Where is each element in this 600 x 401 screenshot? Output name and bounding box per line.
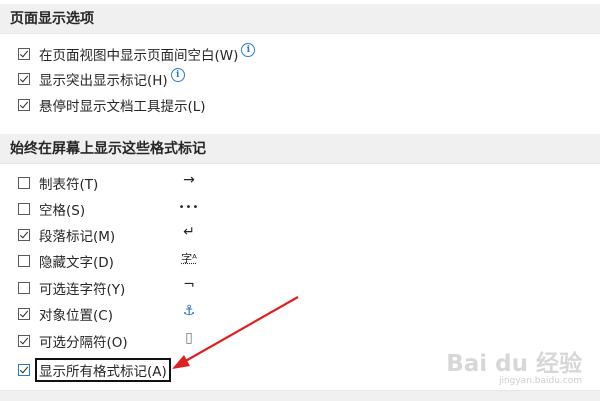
- bottom-bar: [0, 390, 600, 401]
- watermark-logo: Bai du 经验 jingyan.baidu.com: [446, 344, 582, 386]
- watermark-main: Bai du 经验: [446, 351, 582, 377]
- annotation-arrow: [172, 296, 299, 369]
